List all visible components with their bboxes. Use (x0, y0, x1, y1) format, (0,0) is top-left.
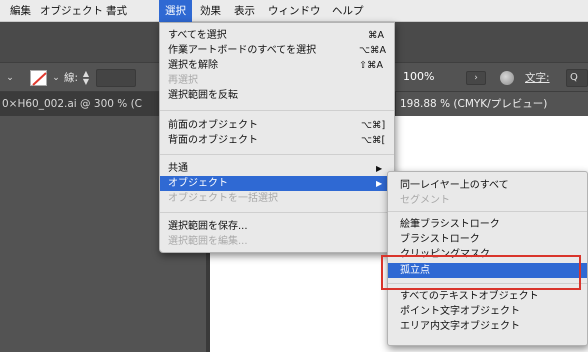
menu-select[interactable]: 選択 (159, 0, 192, 22)
menu-separator (160, 212, 394, 213)
menu-item-edit-selection: 選択範囲を編集... (160, 234, 394, 249)
menu-item-label: オブジェクト (168, 178, 228, 189)
stroke-weight-stepper[interactable]: ▲ ▼ (80, 70, 92, 86)
menu-object[interactable]: オブジェクト (36, 0, 107, 22)
menu-item-label: 背面のオブジェクト (168, 135, 258, 146)
menu-separator (388, 211, 587, 212)
menu-item-label: 同一レイヤー上のすべて (400, 180, 509, 191)
submenu-item-point-type-objects[interactable]: ポイント文字オブジェクト (388, 304, 587, 319)
menu-item-shortcut: ⇧⌘A (359, 60, 383, 71)
menu-item-save-selection[interactable]: 選択範囲を保存... (160, 219, 394, 234)
menu-item-label: オブジェクトを一括選択 (168, 193, 278, 204)
menu-effect[interactable]: 効果 (196, 0, 225, 22)
submenu-arrow-icon: ▶ (376, 164, 383, 173)
menu-item-label: ポイント文字オブジェクト (400, 306, 520, 317)
menu-item-shortcut: ⌥⌘A (359, 45, 386, 56)
menu-item-label: セグメント (400, 195, 450, 206)
menu-item-next-object-above[interactable]: 前面のオブジェクト ⌥⌘] (160, 118, 394, 133)
menu-item-label: ブラシストローク (400, 234, 480, 245)
menu-item-label: 作業アートボードのすべてを選択 (168, 45, 317, 56)
menu-item-label: 選択範囲を反転 (168, 90, 238, 101)
zoom-field[interactable]: 100% (400, 69, 460, 87)
menu-item-select-all[interactable]: すべてを選択 ⌘A (160, 28, 394, 43)
menu-item-label: 絵筆ブラシストローク (400, 219, 500, 230)
submenu-arrow-icon: ▶ (376, 179, 383, 188)
menu-item-label: すべてのテキストオブジェクト (400, 291, 539, 302)
menu-item-select-all-artboard[interactable]: 作業アートボードのすべてを選択 ⌥⌘A (160, 43, 394, 58)
fill-dropdown-chevron-icon[interactable]: ⌄ (4, 72, 16, 84)
menu-item-next-object-below[interactable]: 背面のオブジェクト ⌥⌘[ (160, 133, 394, 148)
next-arrow-button[interactable]: › (466, 71, 486, 85)
menu-item-bulk-select: オブジェクトを一括選択 (160, 191, 394, 206)
stroke-weight-label: 線: (64, 72, 79, 84)
stroke-weight-field[interactable] (96, 69, 136, 87)
menu-item-label: 共通 (168, 163, 188, 174)
submenu-item-area-type-objects[interactable]: エリア内文字オブジェクト (388, 319, 587, 334)
menu-item-label: 選択範囲を編集... (168, 236, 248, 247)
highlight-callout-box (381, 255, 581, 290)
select-menu-dropdown: すべてを選択 ⌘A 作業アートボードのすべてを選択 ⌥⌘A 選択を解除 ⇧⌘A … (159, 22, 395, 253)
submenu-item-brush-strokes[interactable]: ブラシストローク (388, 232, 587, 247)
menu-item-label: 選択を解除 (168, 60, 218, 71)
menu-item-label: 前面のオブジェクト (168, 120, 258, 131)
document-tab-active[interactable]: 198.88 % (CMYK/プレビュー) (396, 92, 588, 116)
menu-item-label: 再選択 (168, 75, 198, 86)
menu-view[interactable]: 表示 (230, 0, 259, 22)
no-stroke-icon (32, 72, 47, 86)
menu-item-label: すべてを選択 (168, 30, 227, 41)
submenu-item-blob-brush-strokes[interactable]: 絵筆ブラシストローク (388, 217, 587, 232)
menu-separator (160, 110, 394, 111)
menu-item-same[interactable]: 共通 ▶ (160, 161, 394, 176)
menu-item-deselect[interactable]: 選択を解除 ⇧⌘A (160, 58, 394, 73)
menu-item-reselect: 再選択 (160, 73, 394, 88)
character-label[interactable]: 文字: (525, 63, 550, 93)
submenu-item-all-text-objects[interactable]: すべてのテキストオブジェクト (388, 289, 587, 304)
globe-icon[interactable] (500, 71, 514, 85)
menu-item-shortcut: ⌥⌘[ (361, 135, 386, 146)
font-search-field[interactable]: Q (566, 69, 588, 87)
submenu-item-segments: セグメント (388, 193, 587, 208)
menu-edit[interactable]: 編集 (6, 0, 35, 22)
menu-item-shortcut: ⌥⌘] (361, 120, 386, 131)
menu-item-label: 選択範囲を保存... (168, 221, 248, 232)
menu-help[interactable]: ヘルプ (328, 0, 368, 22)
menu-item-inverse[interactable]: 選択範囲を反転 (160, 88, 394, 103)
stroke-swatch[interactable] (30, 70, 47, 86)
menu-separator (160, 154, 394, 155)
menu-window[interactable]: ウィンドウ (264, 0, 325, 22)
submenu-item-same-layer[interactable]: 同一レイヤー上のすべて (388, 178, 587, 193)
menu-bar: 編集 オブジェクト 書式 選択 効果 表示 ウィンドウ ヘルプ (0, 0, 588, 22)
menu-item-label: エリア内文字オブジェクト (400, 321, 520, 332)
stroke-dropdown-chevron-icon[interactable]: ⌄ (50, 72, 62, 84)
menu-item-object[interactable]: オブジェクト ▶ (160, 176, 394, 191)
menu-type[interactable]: 書式 (102, 0, 131, 22)
document-tab-1[interactable]: 0×H60_002.ai @ 300 % (C (0, 92, 160, 116)
menu-item-shortcut: ⌘A (368, 30, 384, 41)
